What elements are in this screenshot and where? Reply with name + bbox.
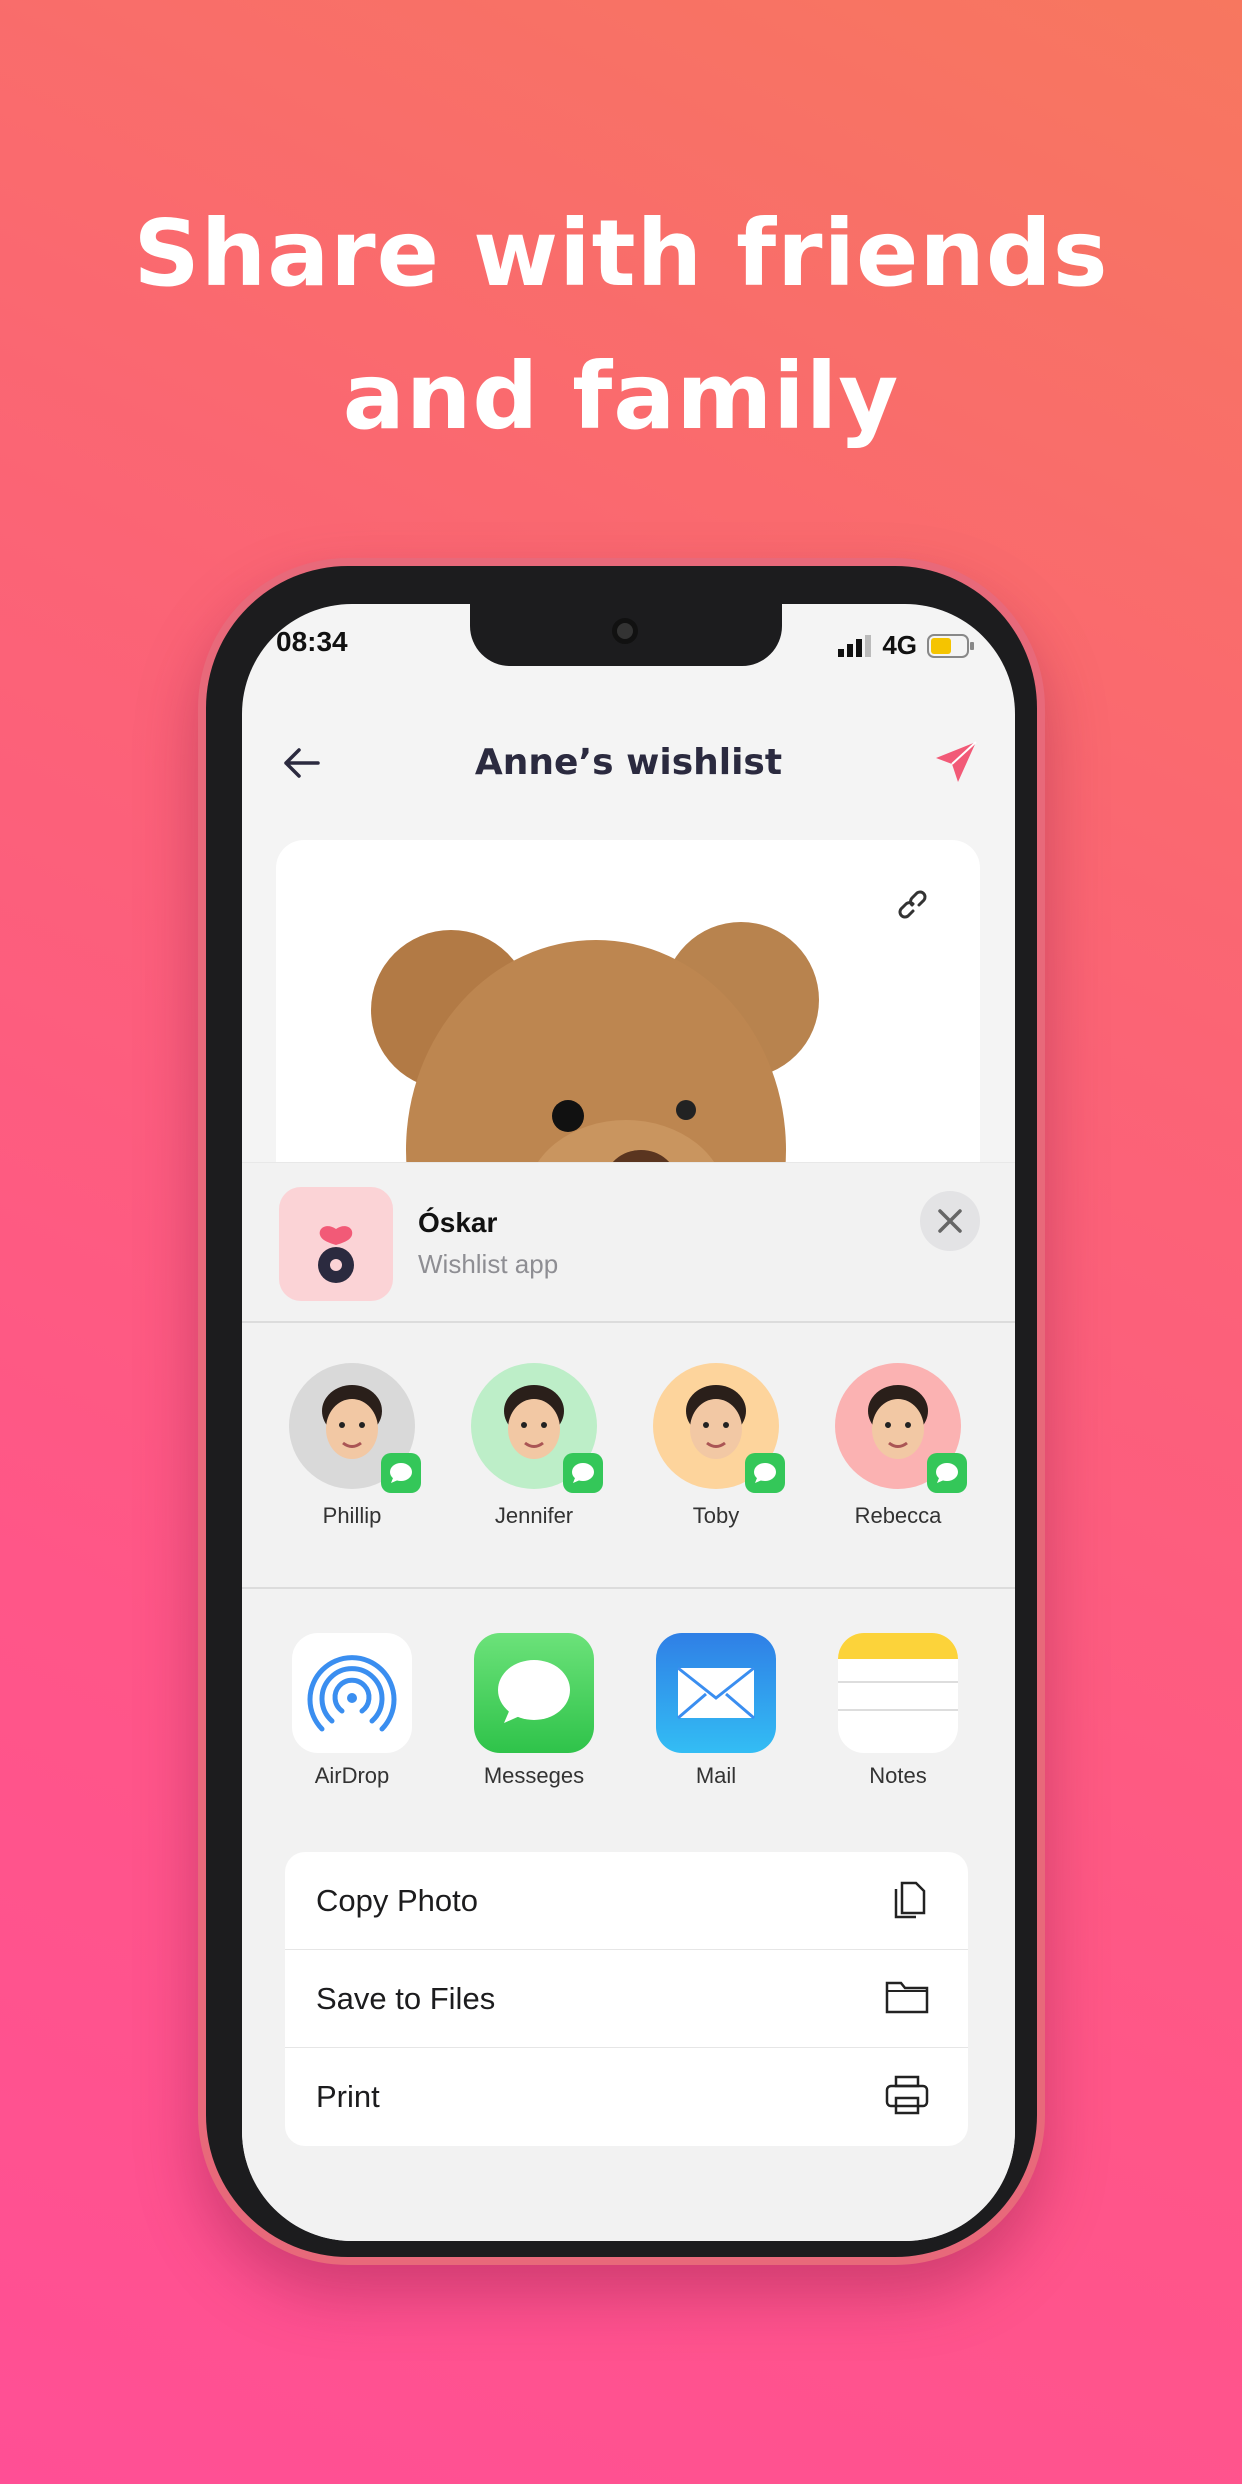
headline-line-2: and family [342,343,900,450]
close-icon [938,1209,962,1233]
printer-icon [884,2074,930,2121]
contact-rebecca[interactable]: Rebecca [818,1363,978,1529]
messages-badge-icon [745,1453,785,1493]
paper-plane-icon[interactable] [934,740,978,784]
avatar [289,1363,421,1493]
phone-screen: 08:34 4G Anne’s wishlist Óskar Wishlist … [242,604,1015,2241]
messages-badge-icon [927,1453,967,1493]
action-save-to-files[interactable]: Save to Files [285,1950,968,2048]
messages-badge-icon [381,1453,421,1493]
app-label: AirDrop [314,1763,390,1788]
share-app-notes[interactable]: Notes [813,1633,983,1789]
app-name: Óskar [418,1207,498,1238]
share-sheet: Óskar Wishlist app Phillip Jennifer Toby… [242,1162,1015,2241]
divider [242,1587,1015,1589]
status-time: 08:34 [276,626,348,657]
contact-jennifer[interactable]: Jennifer [454,1363,614,1529]
app-label: Messeges [483,1763,585,1788]
app-subtitle: Wishlist app [418,1249,559,1279]
contact-name: Jennifer [494,1503,574,1528]
contact-toby[interactable]: Toby [636,1363,796,1529]
action-label: Save to Files [316,1980,496,2016]
messages-icon [449,1633,619,1753]
contact-name: Rebecca [854,1503,942,1528]
notch [470,604,782,666]
avatar [653,1363,785,1493]
headline-line-1: Share with friends [133,200,1109,307]
share-app-messeges[interactable]: Messeges [449,1633,619,1789]
messages-badge-icon [563,1453,603,1493]
action-label: Print [316,2079,380,2114]
action-label: Copy Photo [316,1882,478,1918]
battery-icon [927,633,974,658]
share-app-airdrop[interactable]: AirDrop [267,1633,437,1789]
mail-icon [631,1633,801,1753]
contact-phillip[interactable]: Phillip [272,1363,432,1529]
avatar [471,1363,603,1493]
divider [242,1321,1015,1323]
avatar [835,1363,967,1493]
oskar-app-icon [279,1187,393,1301]
action-print[interactable]: Print [285,2048,968,2146]
close-button[interactable] [920,1191,980,1251]
contact-name: Toby [692,1503,740,1528]
action-copy-photo[interactable]: Copy Photo [285,1852,968,1950]
app-label: Notes [869,1763,927,1788]
phone-frame: 08:34 4G Anne’s wishlist Óskar Wishlist … [198,558,1045,2265]
app-label: Mail [695,1763,737,1788]
contact-name: Phillip [322,1503,382,1528]
signal-icon [838,634,872,657]
action-list: Copy Photo Save to Files Print [285,1852,968,2146]
share-app-mail[interactable]: Mail [631,1633,801,1789]
status-indicators: 4G [838,630,975,661]
folder-icon [884,1977,930,2020]
page-title: Anne’s wishlist [474,742,783,783]
copy-icon [890,1875,930,1926]
notes-icon [813,1633,983,1753]
camera-icon [612,618,638,644]
airdrop-icon [267,1633,437,1753]
network-label: 4G [882,630,917,660]
link-icon[interactable] [896,888,936,928]
